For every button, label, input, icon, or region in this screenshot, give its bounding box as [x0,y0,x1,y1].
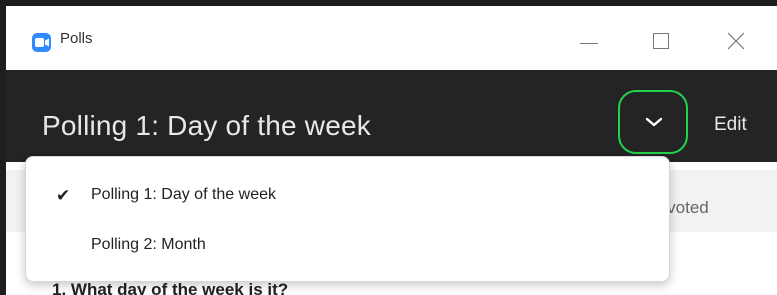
maximize-button[interactable] [639,24,683,58]
check-icon: ✔ [56,186,71,206]
minimize-button[interactable] [567,24,611,58]
poll-dropdown-menu: ✔ Polling 1: Day of the week Polling 2: … [25,156,670,282]
menu-item-polling-1[interactable]: ✔ Polling 1: Day of the week [26,171,669,219]
maximize-icon [653,33,669,49]
zoom-camera-icon [32,33,51,52]
close-icon [727,32,745,50]
title-bar: Polls [6,6,777,70]
poll-header: Polling 1: Day of the week Edit [6,70,777,162]
menu-item-polling-2[interactable]: Polling 2: Month [26,221,669,269]
close-button[interactable] [714,24,758,58]
chevron-down-icon [645,117,663,127]
window-title: Polls [60,30,93,47]
poll-title: Polling 1: Day of the week [42,110,371,141]
menu-item-label: Polling 2: Month [91,236,206,253]
question-text: 1. What day of the week is it? [52,280,289,295]
minimize-icon [580,43,598,44]
menu-item-label: Polling 1: Day of the week [91,186,276,203]
edit-button[interactable]: Edit [714,114,747,136]
poll-dropdown-button[interactable] [618,90,688,154]
